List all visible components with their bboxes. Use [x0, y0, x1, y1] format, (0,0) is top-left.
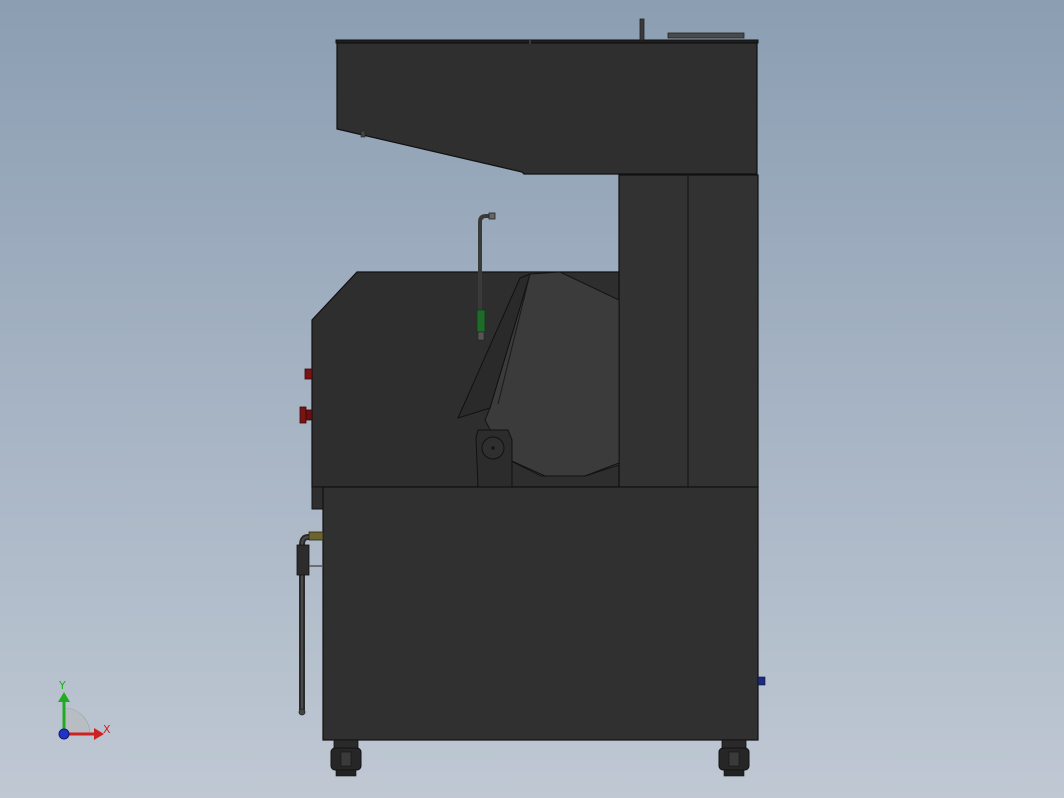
coordinate-triad[interactable]	[58, 692, 104, 740]
red-fittings	[299, 368, 313, 424]
triad-y-label: Y	[59, 679, 66, 692]
cad-viewport[interactable]: Y X	[0, 0, 1064, 798]
lower-cabinet	[322, 486, 766, 741]
top-hood	[335, 18, 759, 175]
drain-pipe	[296, 531, 324, 716]
green-valve	[476, 309, 486, 333]
caster-right	[718, 739, 750, 777]
right-column	[618, 174, 759, 488]
z-axis-dot	[58, 728, 70, 740]
top-lid-plate	[667, 32, 745, 39]
pivot-bracket	[475, 429, 513, 488]
brass-fitting	[308, 531, 324, 541]
caster-left	[330, 739, 362, 777]
triad-x-label: X	[103, 723, 111, 736]
machine-side-view	[58, 18, 766, 777]
top-vent-pipe	[639, 18, 645, 41]
blue-connector	[757, 676, 766, 686]
